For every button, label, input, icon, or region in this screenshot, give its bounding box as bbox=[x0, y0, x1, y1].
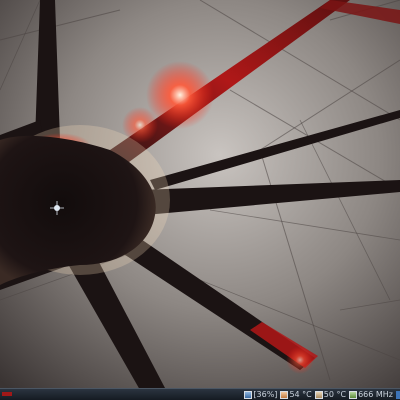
cpu-frequency-value: 666 MHz bbox=[358, 390, 393, 399]
tray-corner-button[interactable] bbox=[396, 390, 400, 399]
cpu-temp-icon bbox=[280, 390, 289, 399]
battery-icon bbox=[244, 390, 253, 399]
cpu-frequency-applet[interactable]: 666 MHz bbox=[349, 389, 393, 400]
taskbar: [36%] 54 °C 50 °C 666 MHz bbox=[0, 388, 400, 400]
desktop-wallpaper bbox=[0, 0, 400, 388]
disk-temp-icon bbox=[314, 390, 323, 399]
taskbar-left-indicator[interactable] bbox=[2, 392, 12, 396]
cpu-temp-applet[interactable]: 54 °C bbox=[280, 389, 312, 400]
disk-temp-value: 50 °C bbox=[323, 390, 347, 399]
disk-temp-applet[interactable]: 50 °C bbox=[314, 389, 347, 400]
cpu-temp-value: 54 °C bbox=[289, 390, 312, 399]
cpu-frequency-icon bbox=[349, 390, 358, 399]
battery-value: [36%] bbox=[253, 390, 278, 399]
neuron-wallpaper bbox=[0, 0, 400, 388]
battery-applet[interactable]: [36%] bbox=[244, 389, 277, 400]
